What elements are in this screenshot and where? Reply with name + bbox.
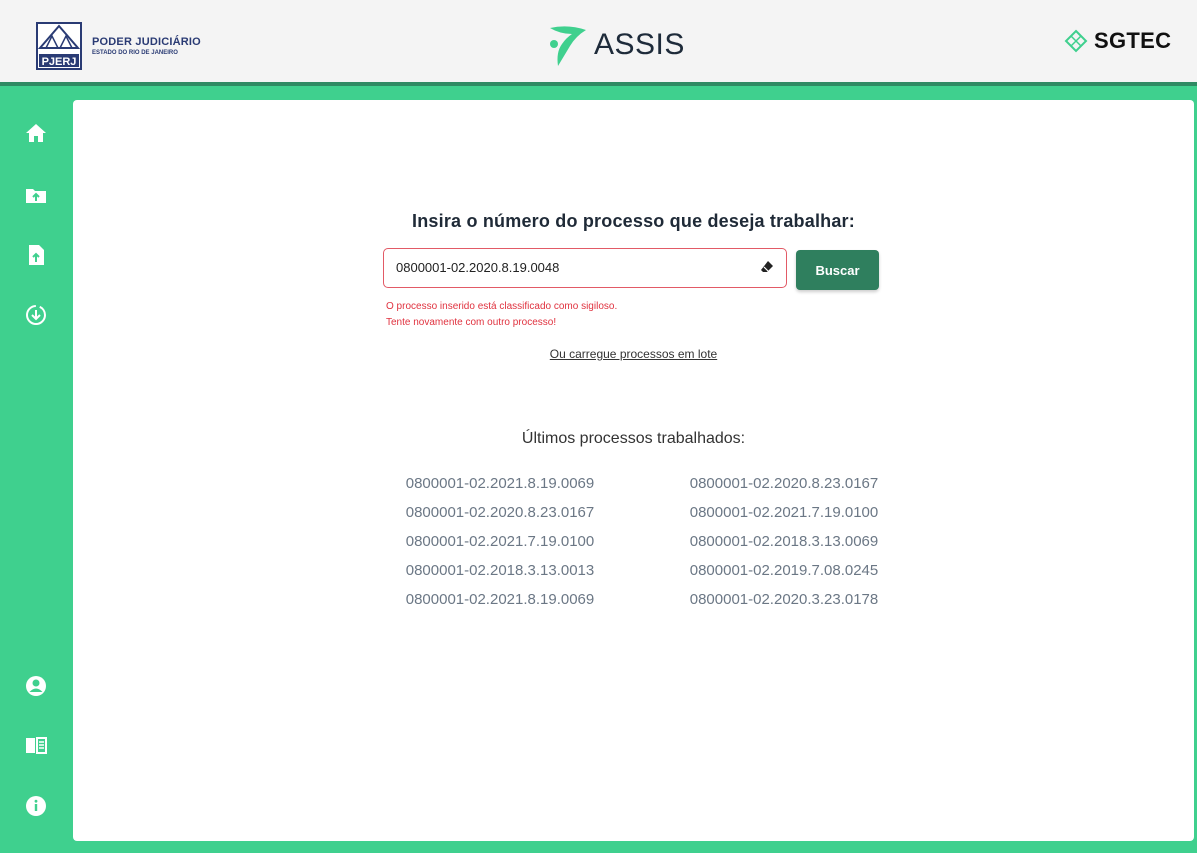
recent-process-item[interactable]: 0800001-02.2021.8.19.0069 bbox=[370, 474, 630, 503]
pjerj-logo[interactable]: PJERJ PODER JUDICIÁRIO ESTADO DO RIO DE … bbox=[36, 22, 201, 70]
recent-process-item[interactable]: 0800001-02.2019.7.08.0245 bbox=[654, 561, 914, 590]
eraser-icon[interactable] bbox=[760, 260, 774, 274]
recent-process-item[interactable]: 0800001-02.2020.3.23.0178 bbox=[654, 590, 914, 619]
recent-process-item[interactable]: 0800001-02.2018.3.13.0013 bbox=[370, 561, 630, 590]
recent-process-item[interactable]: 0800001-02.2021.7.19.0100 bbox=[654, 503, 914, 532]
search-field[interactable] bbox=[383, 248, 787, 288]
org-title: PODER JUDICIÁRIO bbox=[92, 35, 201, 48]
main-content: Insira o número do processo que deseja t… bbox=[73, 100, 1194, 841]
folder-upload-icon[interactable] bbox=[25, 184, 47, 206]
assis-logo[interactable]: ASSIS bbox=[546, 22, 685, 68]
recent-process-item[interactable]: 0800001-02.2020.8.23.0167 bbox=[370, 503, 630, 532]
download-circle-icon[interactable] bbox=[25, 304, 47, 326]
recent-process-item[interactable]: 0800001-02.2018.3.13.0069 bbox=[654, 532, 914, 561]
recent-list-left: 0800001-02.2021.8.19.0069 0800001-02.202… bbox=[370, 474, 630, 619]
error-message-line2: Tente novamente com outro processo! bbox=[386, 317, 557, 328]
sgtec-logo[interactable]: SGTEC bbox=[1064, 28, 1171, 54]
info-icon[interactable] bbox=[25, 795, 47, 817]
partner-name: SGTEC bbox=[1094, 28, 1172, 53]
app-header: PJERJ PODER JUDICIÁRIO ESTADO DO RIO DE … bbox=[0, 0, 1197, 86]
file-upload-icon[interactable] bbox=[25, 244, 47, 266]
book-icon[interactable] bbox=[25, 734, 47, 756]
batch-upload-link[interactable]: Ou carregue processos em lote bbox=[73, 347, 1194, 361]
user-icon[interactable] bbox=[25, 675, 47, 697]
home-icon[interactable] bbox=[25, 122, 47, 144]
sgtec-mark-icon bbox=[1064, 29, 1088, 53]
recent-process-item[interactable]: 0800001-02.2021.8.19.0069 bbox=[370, 590, 630, 619]
recent-process-item[interactable]: 0800001-02.2021.7.19.0100 bbox=[370, 532, 630, 561]
app-name: ASSIS bbox=[594, 28, 685, 61]
recent-processes-title: Últimos processos trabalhados: bbox=[521, 430, 746, 447]
error-message-line1: O processo inserido está classificado co… bbox=[386, 301, 618, 312]
recent-process-item[interactable]: 0800001-02.2020.8.23.0167 bbox=[654, 474, 914, 503]
sidebar bbox=[0, 86, 72, 853]
search-title: Insira o número do processo que deseja t… bbox=[412, 211, 855, 231]
search-button[interactable]: Buscar bbox=[796, 250, 879, 290]
recent-list-right: 0800001-02.2020.8.23.0167 0800001-02.202… bbox=[654, 474, 914, 619]
process-number-input[interactable] bbox=[396, 249, 736, 286]
org-subtitle: ESTADO DO RIO DE JANEIRO bbox=[92, 49, 178, 56]
pjerj-emblem-icon: PJERJ bbox=[36, 22, 82, 70]
assis-mark-icon bbox=[550, 26, 586, 66]
pjerj-abbr: PJERJ bbox=[42, 56, 77, 68]
